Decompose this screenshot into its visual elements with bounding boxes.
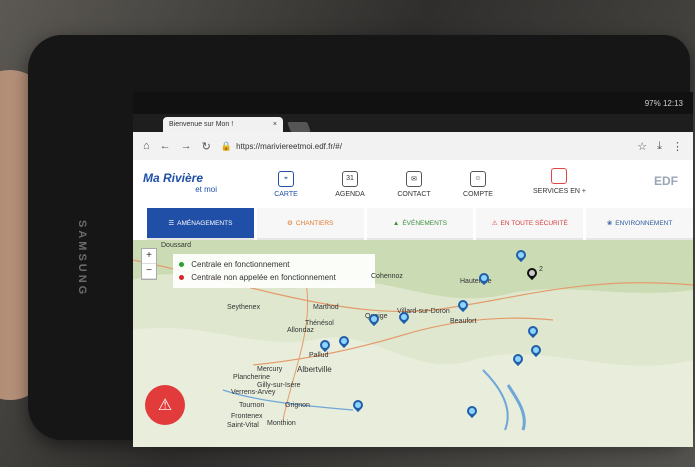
worksite-icon: ⚙ bbox=[287, 220, 293, 227]
browser-tab-title: Bienvenue sur Mon ! bbox=[169, 121, 234, 128]
place-seythenex: Seythenex bbox=[227, 304, 261, 311]
place-pallud: Pallud bbox=[309, 352, 329, 359]
user-icon: ☺ bbox=[470, 170, 486, 187]
nav-carte-label: CARTE bbox=[274, 190, 298, 198]
main-nav: ⌖ CARTE 31 AGENDA ✉ CONTACT ☺ COMPTE bbox=[263, 170, 501, 198]
legend-not-called-label: Centrale non appelée en fonctionnement bbox=[191, 273, 336, 282]
edf-logo: EDF bbox=[654, 174, 678, 188]
zoom-out-button[interactable]: − bbox=[142, 264, 156, 279]
category-securite-label: EN TOUTE SÉCURITÉ bbox=[500, 219, 568, 227]
place-verrens: Verrens-Arvey bbox=[231, 389, 276, 396]
browser-tab-row: Bienvenue sur Mon ! × bbox=[133, 114, 693, 132]
nav-agenda[interactable]: 31 AGENDA bbox=[327, 170, 373, 198]
device-brand: SAMSUNG bbox=[76, 220, 88, 298]
nav-contact[interactable]: ✉ CONTACT bbox=[391, 170, 437, 198]
legend-item-not-called: Centrale non appelée en fonctionnement bbox=[179, 271, 369, 284]
list-icon: ☰ bbox=[168, 220, 175, 227]
category-environnement[interactable]: ❀ ENVIRONNEMENT bbox=[586, 208, 693, 240]
tablet-frame: SAMSUNG 97% 12:13 Bienvenue sur Mon ! × … bbox=[28, 35, 693, 447]
category-amenagements-label: AMÉNAGEMENTS bbox=[177, 219, 233, 227]
place-frontenex: Frontenex bbox=[231, 413, 263, 420]
site-logo[interactable]: Ma Rivière et moi bbox=[143, 171, 243, 195]
browser-tab[interactable]: Bienvenue sur Mon ! × bbox=[163, 117, 283, 132]
nav-agenda-label: AGENDA bbox=[335, 190, 365, 198]
tablet-screen: 97% 12:13 Bienvenue sur Mon ! × ⌂ ← → ↻ … bbox=[133, 92, 693, 447]
calendar-icon: 31 bbox=[342, 170, 358, 187]
map-pin-icon: ⌖ bbox=[278, 170, 294, 187]
tab-close-icon[interactable]: × bbox=[273, 121, 277, 128]
category-securite[interactable]: ⚠ EN TOUTE SÉCURITÉ bbox=[476, 208, 584, 240]
category-evenements-label: ÉVÉNEMENTS bbox=[402, 219, 448, 227]
nav-compte-label: COMPTE bbox=[463, 190, 493, 198]
legend-dot-running bbox=[179, 262, 184, 267]
menu-icon[interactable]: ⋮ bbox=[672, 140, 683, 153]
nav-contact-label: CONTACT bbox=[397, 190, 431, 198]
category-chantiers-label: CHANTIERS bbox=[295, 219, 334, 227]
place-mercury: Mercury bbox=[257, 366, 283, 373]
services-label: SERVICES EN + bbox=[533, 188, 586, 195]
browser-toolbar: ⌂ ← → ↻ 🔒 https://mariviereetmoi.edf.fr/… bbox=[133, 132, 693, 160]
status-bar: 97% 12:13 bbox=[133, 92, 693, 114]
place-tournon: Tournon bbox=[239, 402, 265, 409]
place-monthion: Monthion bbox=[267, 420, 296, 427]
siren-icon: ⚠ bbox=[157, 397, 173, 414]
place-thenesol: Thénésol bbox=[305, 320, 334, 327]
place-grignon: Grignon bbox=[285, 402, 310, 409]
place-marthod: Marthod bbox=[313, 304, 339, 311]
legend-item-running: Centrale en fonctionnement bbox=[179, 258, 369, 271]
home-icon[interactable]: ⌂ bbox=[143, 140, 150, 152]
address-bar[interactable]: 🔒 https://mariviereetmoi.edf.fr/#/ bbox=[221, 137, 627, 155]
place-gilly: Gilly-sur-Isère bbox=[257, 382, 301, 389]
place-cohennoz: Cohennoz bbox=[371, 273, 403, 280]
new-tab-button[interactable] bbox=[287, 122, 311, 132]
logo-sub: et moi bbox=[195, 185, 217, 194]
place-beaufort: Beaufort bbox=[450, 318, 477, 325]
forward-icon[interactable]: → bbox=[181, 140, 192, 152]
photo-scene: SAMSUNG 97% 12:13 Bienvenue sur Mon ! × … bbox=[0, 0, 695, 467]
nav-carte[interactable]: ⌖ CARTE bbox=[263, 170, 309, 198]
place-plancherine: Plancherine bbox=[233, 374, 270, 381]
nav-compte[interactable]: ☺ COMPTE bbox=[455, 170, 501, 198]
back-icon[interactable]: ← bbox=[160, 140, 171, 152]
services-icon bbox=[551, 168, 568, 184]
zoom-control: + − bbox=[141, 248, 157, 280]
alert-button[interactable]: ⚠ bbox=[145, 385, 185, 425]
category-bar: ☰ AMÉNAGEMENTS ⚙ CHANTIERS ▲ ÉVÉNEMENTS … bbox=[133, 208, 693, 240]
site-header: Ma Rivière et moi ⌖ CARTE 31 AGENDA ✉ CO… bbox=[133, 160, 693, 208]
category-evenements[interactable]: ▲ ÉVÉNEMENTS bbox=[366, 208, 474, 240]
category-chantiers[interactable]: ⚙ CHANTIERS bbox=[256, 208, 364, 240]
place-allondaz: Allondaz bbox=[287, 327, 314, 334]
map-view[interactable]: + − Centrale en fonctionnement Centrale … bbox=[133, 240, 693, 447]
mail-icon: ✉ bbox=[406, 170, 422, 187]
cluster-count: 2 bbox=[539, 266, 543, 273]
category-environnement-label: ENVIRONNEMENT bbox=[615, 219, 673, 227]
place-saint-vital: Saint-Vital bbox=[227, 422, 259, 429]
lock-icon: 🔒 bbox=[220, 140, 233, 151]
map-legend: Centrale en fonctionnement Centrale non … bbox=[173, 254, 375, 288]
environment-icon: ❀ bbox=[606, 220, 613, 227]
legend-dot-not-called bbox=[179, 275, 184, 280]
zoom-in-button[interactable]: + bbox=[142, 249, 156, 264]
bookmark-star-icon[interactable]: ☆ bbox=[637, 140, 647, 153]
warning-icon: ⚠ bbox=[491, 220, 498, 227]
place-doussard: Doussard bbox=[161, 242, 191, 249]
logo-main: Ma Rivière bbox=[143, 171, 204, 185]
services-button[interactable]: SERVICES EN + bbox=[533, 168, 586, 195]
place-albertville: Albertville bbox=[297, 365, 332, 374]
download-icon[interactable]: ⤓ bbox=[657, 140, 662, 153]
legend-running-label: Centrale en fonctionnement bbox=[191, 260, 290, 269]
event-icon: ▲ bbox=[392, 219, 400, 227]
reload-icon[interactable]: ↻ bbox=[202, 140, 211, 153]
category-amenagements[interactable]: ☰ AMÉNAGEMENTS bbox=[147, 208, 254, 240]
status-right: 97% 12:13 bbox=[644, 98, 683, 108]
url-text: https://mariviereetmoi.edf.fr/#/ bbox=[236, 141, 342, 151]
